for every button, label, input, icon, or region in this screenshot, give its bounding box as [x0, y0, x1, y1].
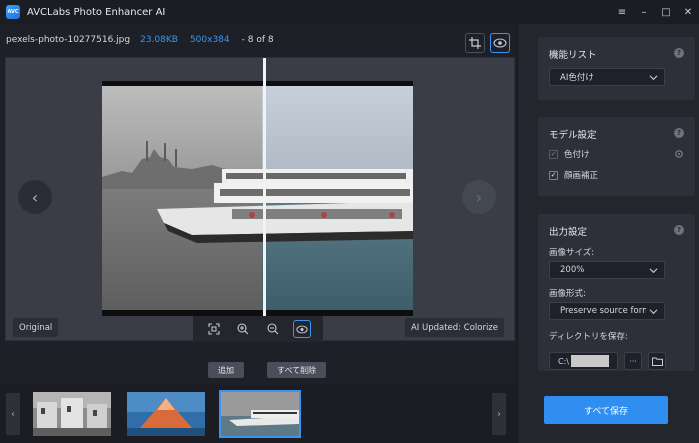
- face-enhance-label: 顔画補正: [564, 171, 599, 181]
- menu-icon[interactable]: ≡: [611, 0, 633, 24]
- file-dimensions: 500x384: [189, 35, 230, 45]
- list-actions: 追加 すべて削除: [0, 360, 517, 380]
- output-settings-section: 出力設定 ? 画像サイズ: 200% 画像形式: Preserve source…: [538, 214, 695, 371]
- close-icon[interactable]: ✕: [677, 0, 699, 24]
- zoom-in-button[interactable]: [234, 320, 252, 338]
- add-button[interactable]: 追加: [208, 362, 244, 378]
- help-icon[interactable]: ?: [674, 128, 684, 138]
- chevron-down-icon: [649, 75, 658, 81]
- strip-next-button[interactable]: ›: [492, 393, 506, 435]
- redacted-path: [570, 355, 609, 367]
- file-size: 23.08KB: [140, 35, 178, 45]
- thumbnail-1[interactable]: [33, 392, 111, 436]
- thumbnail-ferry-image: [221, 392, 299, 436]
- feature-list-title: 機能リスト: [549, 50, 597, 61]
- image-format-label: 画像形式:: [549, 289, 586, 299]
- image-viewer[interactable]: ‹ › Original AI Updated: Colorize: [5, 57, 515, 342]
- colorize-label: 色付け: [564, 150, 590, 160]
- crop-button[interactable]: [465, 33, 485, 53]
- thumbnail-mountain-image: [127, 392, 205, 436]
- feature-select-value: AI色付け: [560, 73, 594, 83]
- previous-image-button[interactable]: ‹: [18, 180, 52, 214]
- image-size-value: 200%: [560, 265, 585, 275]
- save-directory-label: ディレクトリを保存:: [549, 332, 628, 342]
- file-name: pexels-photo-10277516.jpg: [6, 35, 131, 45]
- output-settings-title: 出力設定: [549, 227, 588, 238]
- file-count: - 8 of 8: [241, 35, 274, 45]
- thumbnail-2[interactable]: [127, 392, 205, 436]
- ai-updated-tag: AI Updated: Colorize: [404, 318, 504, 337]
- chevron-down-icon: [649, 309, 658, 315]
- preview-photo: [102, 81, 413, 316]
- face-enhance-option[interactable]: ✓ 顔画補正: [549, 169, 598, 181]
- eye-icon: [296, 325, 308, 333]
- image-size-label: 画像サイズ:: [549, 248, 595, 258]
- fit-screen-button[interactable]: [205, 320, 223, 338]
- help-icon[interactable]: ?: [674, 225, 684, 235]
- colorize-option[interactable]: ✓ 色付け: [549, 148, 590, 160]
- thumbnail-3-selected[interactable]: [219, 390, 301, 438]
- maximize-icon[interactable]: □: [655, 0, 677, 24]
- help-icon[interactable]: ?: [674, 48, 684, 58]
- colorize-checkbox[interactable]: ✓: [549, 149, 558, 159]
- fit-screen-icon: [208, 323, 220, 335]
- compare-view-button[interactable]: [490, 33, 510, 53]
- image-size-select[interactable]: 200%: [549, 261, 665, 279]
- delete-all-button[interactable]: すべて削除: [267, 362, 327, 378]
- face-enhance-checkbox[interactable]: ✓: [549, 170, 558, 180]
- model-settings-section: モデル設定 ? ✓ 色付け ✓ 顔画補正: [538, 117, 695, 196]
- ferry-photo-illustration: [102, 81, 413, 316]
- window-controls: ≡ – □ ✕: [611, 0, 699, 24]
- app-title: AVCLabs Photo Enhancer AI: [27, 6, 166, 18]
- feature-list-section: 機能リスト ? AI色付け: [538, 37, 695, 100]
- save-directory-input[interactable]: C:\: [549, 352, 618, 370]
- zoom-out-button[interactable]: [264, 320, 282, 338]
- zoom-out-icon: [267, 323, 279, 335]
- zoom-toolbar: [193, 316, 323, 342]
- title-bar: AVC AVCLabs Photo Enhancer AI ≡ – □ ✕: [0, 0, 699, 24]
- chevron-down-icon: [649, 268, 658, 274]
- gear-icon[interactable]: [674, 149, 684, 159]
- chevron-right-icon: ›: [475, 187, 483, 207]
- folder-icon: [651, 357, 663, 366]
- compare-toggle-button[interactable]: [293, 320, 312, 338]
- eye-icon: [493, 38, 507, 48]
- file-info-bar: pexels-photo-10277516.jpg 23.08KB 500x38…: [0, 24, 517, 56]
- zoom-in-icon: [237, 323, 249, 335]
- more-icon: ···: [629, 356, 637, 366]
- chevron-right-icon: ›: [497, 408, 501, 420]
- save-all-button[interactable]: すべて保存: [544, 396, 668, 424]
- chevron-left-icon: ‹: [31, 187, 39, 207]
- thumbnail-street-image: [33, 392, 111, 436]
- thumbnail-strip: ‹ ›: [0, 385, 517, 443]
- original-tag: Original: [13, 318, 59, 337]
- app-logo: AVC: [6, 5, 20, 19]
- image-format-value: Preserve source forma: [560, 306, 646, 316]
- browse-button[interactable]: ···: [624, 352, 642, 370]
- save-directory-value: C:\: [558, 356, 569, 366]
- minimize-icon[interactable]: –: [633, 0, 655, 24]
- next-image-button[interactable]: ›: [462, 180, 496, 214]
- chevron-left-icon: ‹: [11, 408, 15, 420]
- strip-prev-button[interactable]: ‹: [6, 393, 20, 435]
- compare-split-handle[interactable]: [263, 58, 266, 342]
- settings-panel: 機能リスト ? AI色付け モデル設定 ? ✓ 色付け ✓ 顔画補正 出力設定 …: [517, 24, 699, 443]
- model-settings-title: モデル設定: [549, 130, 597, 141]
- feature-select[interactable]: AI色付け: [549, 68, 665, 86]
- image-format-select[interactable]: Preserve source forma: [549, 302, 665, 320]
- open-folder-button[interactable]: [648, 352, 666, 370]
- crop-icon: [469, 37, 481, 49]
